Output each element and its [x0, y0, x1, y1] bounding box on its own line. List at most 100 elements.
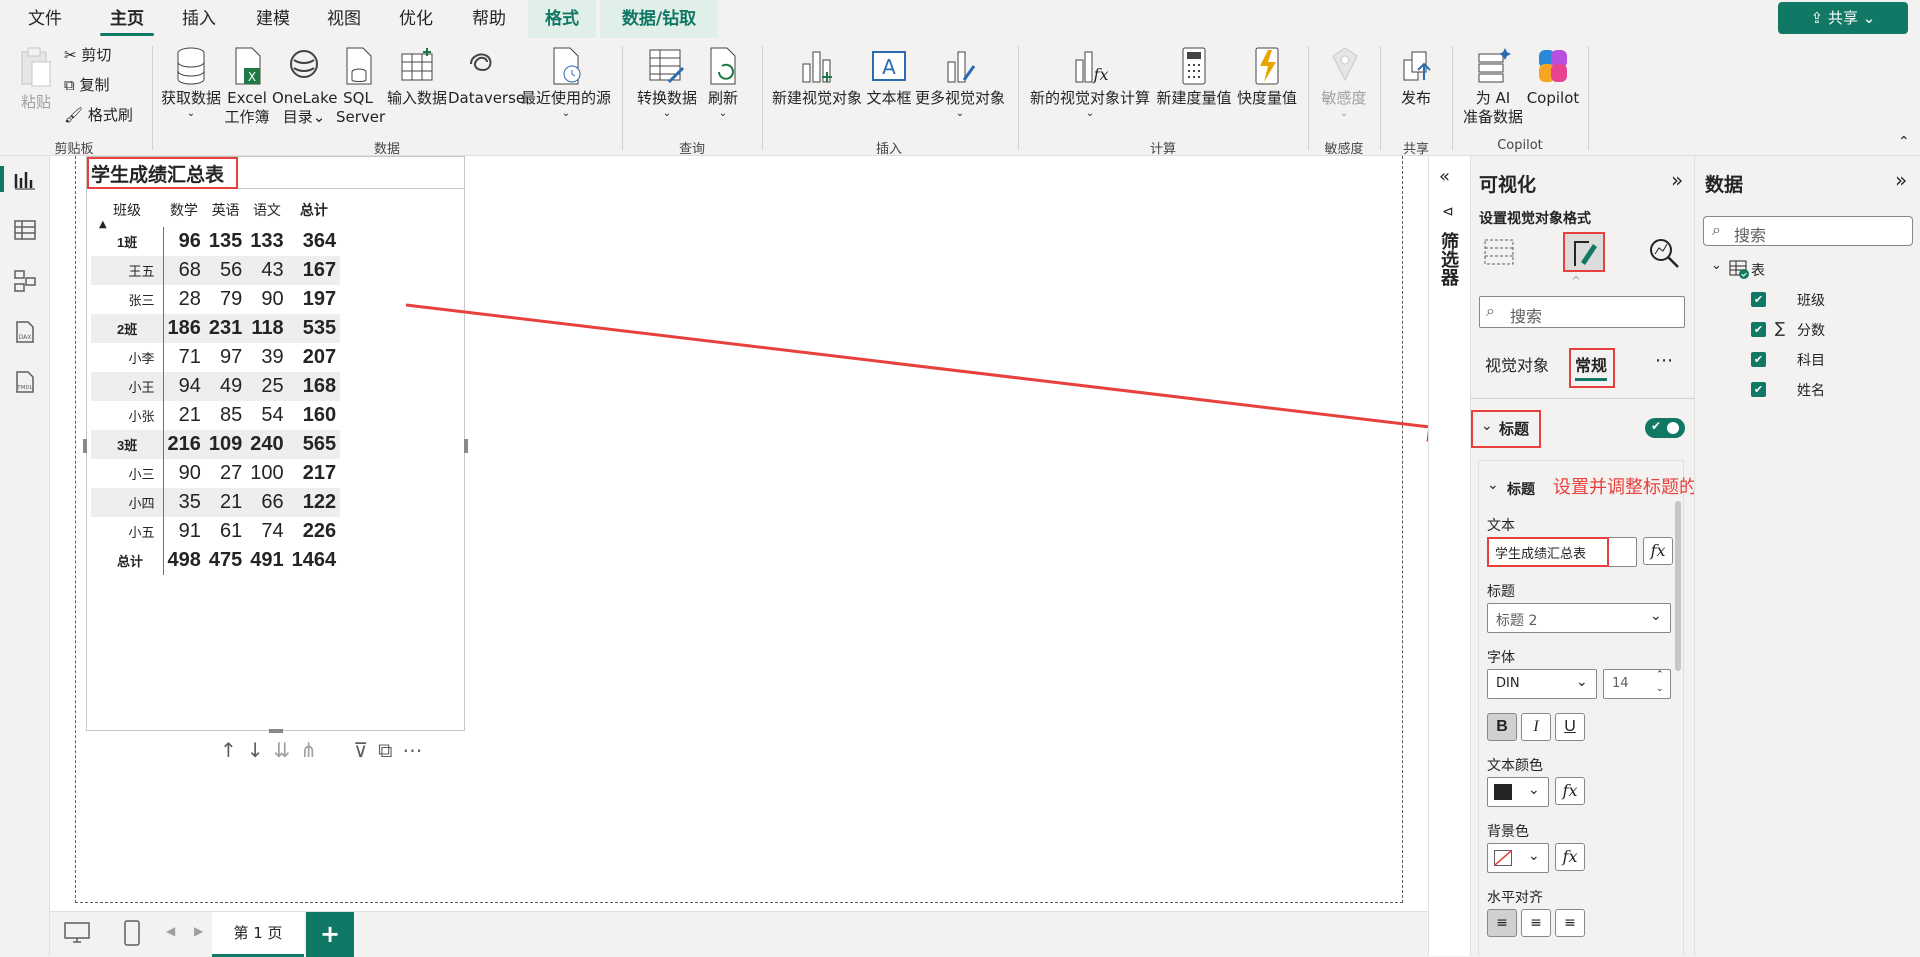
- matrix-row[interactable]: 小张 21 85 54 160: [91, 401, 340, 430]
- fx-button[interactable]: fx: [1643, 537, 1673, 565]
- matrix-row[interactable]: 小李 71 97 39 207: [91, 343, 340, 372]
- fx-button[interactable]: fx: [1555, 843, 1585, 871]
- text-color-picker[interactable]: ⌄: [1487, 777, 1549, 807]
- row-label[interactable]: 小李: [91, 343, 164, 372]
- font-family-dropdown[interactable]: DIN ⌄: [1487, 669, 1597, 699]
- refresh-button[interactable]: 刷新 ⌄: [702, 46, 744, 120]
- matrix-subtotal-row[interactable]: 3班 216 109 240 565: [91, 430, 341, 459]
- row-label[interactable]: 小张: [91, 401, 164, 430]
- row-label[interactable]: 1班: [91, 227, 164, 256]
- title-toggle[interactable]: ✔: [1645, 418, 1685, 438]
- onelake-button[interactable]: OneLake 目录⌄: [272, 46, 337, 127]
- desktop-layout-icon[interactable]: [64, 922, 90, 944]
- collapse-ribbon-icon[interactable]: ⌃: [1898, 134, 1910, 150]
- align-left-button[interactable]: ≡: [1487, 909, 1517, 937]
- build-visual-icon[interactable]: [1483, 236, 1517, 268]
- tab-file[interactable]: 文件: [14, 0, 76, 38]
- format-visual-tab[interactable]: [1563, 232, 1605, 272]
- expand-filters-icon[interactable]: «: [1439, 166, 1450, 187]
- resize-handle[interactable]: [83, 439, 87, 453]
- analytics-icon[interactable]: [1647, 236, 1681, 270]
- underline-button[interactable]: U: [1555, 713, 1585, 741]
- row-label[interactable]: 王五: [91, 256, 164, 285]
- title-subsection-label[interactable]: 标题: [1507, 479, 1535, 499]
- data-search-input[interactable]: ⌕ 搜索: [1703, 216, 1913, 246]
- sensitivity-button[interactable]: 敏感度 ⌄: [1316, 46, 1372, 120]
- next-level-icon[interactable]: ⇊: [274, 738, 301, 762]
- new-measure-button[interactable]: 新建度量值: [1154, 46, 1234, 108]
- field-subject[interactable]: 科目: [1797, 350, 1825, 370]
- row-header[interactable]: 班级: [91, 193, 163, 227]
- matrix-row[interactable]: 小王 94 49 25 168: [91, 372, 341, 401]
- tab-format[interactable]: 格式: [528, 0, 596, 38]
- field-score[interactable]: 分数: [1797, 320, 1825, 340]
- row-label[interactable]: 总计: [91, 546, 164, 575]
- resize-handle[interactable]: [464, 439, 468, 453]
- table-view-icon[interactable]: [14, 220, 36, 240]
- cut-button[interactable]: ✂ 剪切: [64, 46, 134, 65]
- excel-button[interactable]: X Excel 工作簿: [222, 46, 272, 127]
- enter-data-button[interactable]: 输入数据: [384, 46, 450, 108]
- viz-search-input[interactable]: ⌕ 搜索: [1479, 296, 1685, 328]
- tab-data-drill[interactable]: 数据/钻取: [600, 0, 718, 38]
- bold-button[interactable]: B: [1487, 713, 1517, 741]
- more-options-icon[interactable]: ⋯: [402, 738, 432, 762]
- copilot-button[interactable]: Copilot: [1524, 46, 1582, 108]
- scrollbar[interactable]: [1675, 501, 1681, 671]
- column-header[interactable]: 总计: [288, 193, 341, 227]
- tab-help[interactable]: 帮助: [458, 0, 520, 38]
- chevron-down-icon[interactable]: ⌄: [1487, 477, 1499, 493]
- sql-server-button[interactable]: SQL Server: [336, 46, 385, 127]
- textbox-button[interactable]: A 文本框: [864, 46, 914, 108]
- prep-ai-button[interactable]: 为 AI 准备数据: [1458, 46, 1528, 127]
- collapse-viz-icon[interactable]: »: [1671, 168, 1683, 192]
- tab-modeling[interactable]: 建模: [242, 0, 304, 38]
- page-tab-1[interactable]: 第 1 页: [212, 912, 304, 957]
- tab-visual-properties[interactable]: 视觉对象: [1485, 352, 1549, 376]
- filter-icon[interactable]: ⊽: [353, 738, 378, 762]
- matrix-row[interactable]: 小五 91 61 74 226: [91, 517, 340, 546]
- matrix-visual[interactable]: 学生成绩汇总表 ▲ 班级 数学 英语 语文 总计 1班 96 135 133 364 王五 68 56…: [83, 156, 468, 733]
- column-header[interactable]: 英语: [205, 193, 246, 227]
- column-header[interactable]: 数学: [163, 193, 205, 227]
- matrix-subtotal-row[interactable]: 2班 186 231 118 535: [91, 314, 341, 343]
- dax-query-icon[interactable]: DAX: [13, 320, 37, 344]
- transform-data-button[interactable]: 转换数据 ⌄: [632, 46, 702, 120]
- filters-label[interactable]: 筛选器: [1438, 232, 1459, 286]
- matrix-row[interactable]: 小四 35 21 66 122: [91, 488, 341, 517]
- column-header[interactable]: 语文: [246, 193, 287, 227]
- tab-home[interactable]: 主页: [96, 0, 158, 38]
- tab-insert[interactable]: 插入: [168, 0, 230, 38]
- matrix-row[interactable]: 王五 68 56 43 167: [91, 256, 341, 285]
- matrix-row[interactable]: 张三 28 79 90 197: [91, 285, 340, 314]
- align-center-button[interactable]: ≡: [1521, 909, 1551, 937]
- matrix-subtotal-row[interactable]: 1班 96 135 133 364: [91, 227, 340, 256]
- table-name[interactable]: 表: [1751, 260, 1765, 280]
- field-class[interactable]: 班级: [1797, 290, 1825, 310]
- row-label[interactable]: 小五: [91, 517, 164, 546]
- drill-down-icon[interactable]: ↓: [247, 738, 274, 762]
- dataverse-button[interactable]: Dataverse: [448, 46, 525, 108]
- next-page-icon[interactable]: ▶: [194, 924, 203, 938]
- italic-button[interactable]: I: [1521, 713, 1551, 741]
- add-page-button[interactable]: +: [306, 912, 354, 957]
- decrease-icon[interactable]: ⌄: [1656, 684, 1664, 694]
- field-checkbox[interactable]: ✔: [1751, 292, 1766, 307]
- mobile-layout-icon[interactable]: [124, 920, 140, 946]
- get-data-button[interactable]: 获取数据 ⌄: [158, 46, 224, 120]
- chevron-down-icon[interactable]: ⌄: [1711, 258, 1722, 273]
- share-button[interactable]: ⇪ 共享 ⌄: [1778, 2, 1908, 34]
- tab-general[interactable]: 常规: [1575, 352, 1608, 381]
- align-right-button[interactable]: ≡: [1555, 909, 1585, 937]
- field-checkbox[interactable]: ✔: [1751, 322, 1766, 337]
- field-checkbox[interactable]: ✔: [1751, 382, 1766, 397]
- model-view-icon[interactable]: [14, 270, 36, 292]
- field-name[interactable]: 姓名: [1797, 380, 1825, 400]
- tab-view[interactable]: 视图: [313, 0, 375, 38]
- font-size-stepper[interactable]: 14 ⌃ ⌄: [1603, 669, 1671, 699]
- row-label[interactable]: 小四: [91, 488, 164, 517]
- heading-level-dropdown[interactable]: 标题 2 ⌄: [1487, 603, 1671, 633]
- row-label[interactable]: 3班: [91, 430, 164, 459]
- report-view-icon[interactable]: [14, 170, 36, 190]
- collapse-data-icon[interactable]: »: [1895, 168, 1907, 192]
